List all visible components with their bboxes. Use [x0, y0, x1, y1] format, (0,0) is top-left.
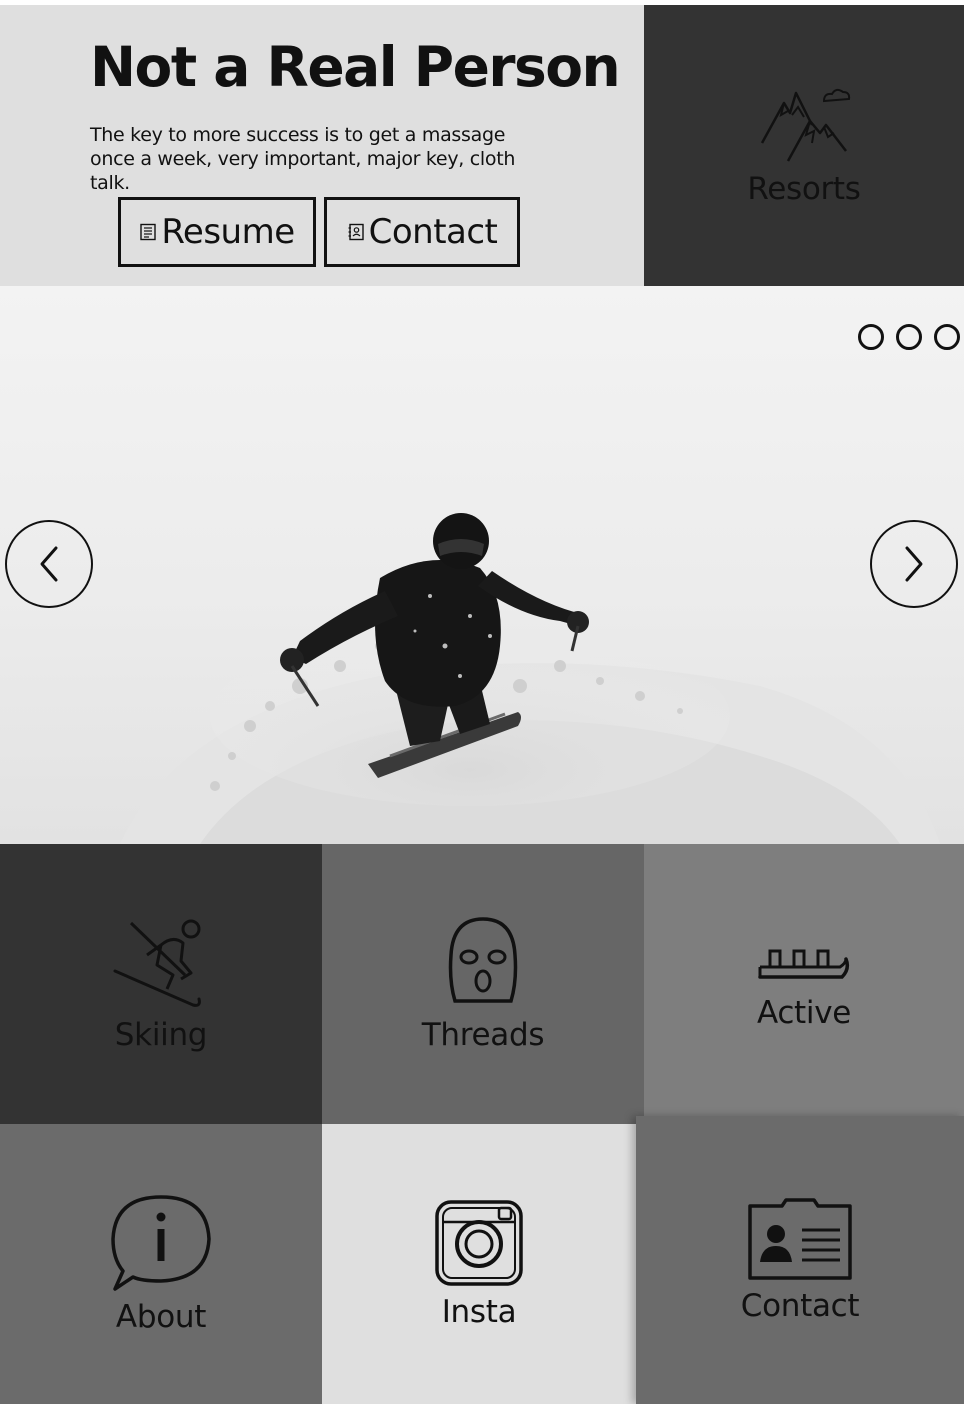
tile-contact[interactable]: Contact: [636, 1116, 964, 1404]
tile-contact-label: Contact: [740, 1288, 860, 1324]
carousel-next-button[interactable]: [870, 520, 958, 608]
intro-panel: Not a Real Person The key to more succes…: [0, 5, 644, 286]
contact-card-icon: [748, 1198, 852, 1280]
tile-skiing-label: Skiing: [114, 1017, 208, 1053]
resume-button[interactable]: Resume: [118, 197, 316, 267]
chevron-left-icon: [40, 546, 58, 582]
contact-button[interactable]: Contact: [324, 197, 520, 267]
page: Not a Real Person The key to more succes…: [0, 0, 964, 1404]
carousel-dot-1[interactable]: [858, 324, 884, 350]
tile-active-label: Active: [756, 995, 852, 1031]
balaclava-icon: [448, 917, 518, 1003]
image-carousel: [0, 286, 964, 844]
skier-icon: [113, 919, 201, 1007]
carousel-dot-3[interactable]: [934, 324, 960, 350]
tile-threads[interactable]: Threads: [322, 844, 644, 1124]
carousel-indicators: [858, 324, 960, 350]
tile-skiing[interactable]: Skiing: [0, 844, 322, 1124]
tile-threads-label: Threads: [421, 1017, 545, 1053]
info-bubble-icon: [111, 1195, 211, 1291]
tile-active[interactable]: Active: [644, 844, 964, 1116]
tile-resorts-label: Resorts: [747, 170, 861, 207]
camera-icon: [435, 1200, 523, 1286]
tile-about[interactable]: About: [0, 1124, 322, 1404]
address-book-icon: [348, 223, 364, 241]
contact-button-label: Contact: [368, 212, 498, 252]
carousel-prev-button[interactable]: [5, 520, 93, 608]
tile-resorts[interactable]: Resorts: [644, 5, 964, 286]
tile-about-label: About: [115, 1299, 207, 1335]
mountains-icon: [760, 88, 851, 162]
tagline: The key to more success is to get a mass…: [90, 124, 516, 194]
resume-button-label: Resume: [161, 212, 295, 252]
sled-icon: [758, 949, 850, 979]
tile-insta-label: Insta: [441, 1294, 517, 1330]
skier-photo: [120, 513, 940, 844]
document-icon: [140, 223, 157, 241]
tile-insta[interactable]: Insta: [322, 1124, 636, 1404]
chevron-right-icon: [905, 546, 923, 582]
page-title: Not a Real Person: [90, 35, 621, 99]
carousel-dot-2[interactable]: [896, 324, 922, 350]
